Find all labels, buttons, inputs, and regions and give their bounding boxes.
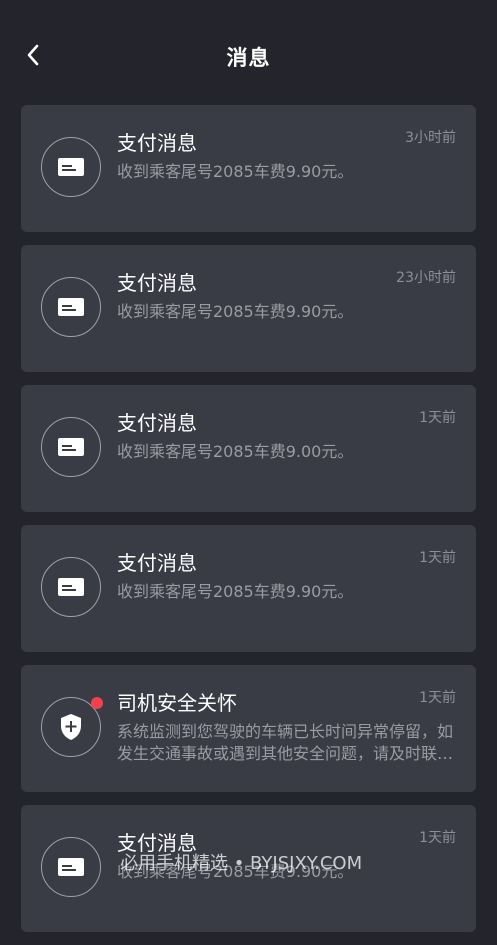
payment-card-icon <box>58 298 84 316</box>
message-card-safety[interactable]: 司机安全关怀 1天前 系统监测到您驾驶的车辆已长时间异常停留，如发生交通事故或遇… <box>21 665 476 792</box>
message-title: 支付消息 <box>117 131 197 155</box>
safety-icon-badge <box>41 697 103 757</box>
message-time: 1天前 <box>419 830 456 846</box>
message-body: 收到乘客尾号2085车费9.90元。 <box>117 162 354 181</box>
message-card[interactable]: 支付消息 1天前 收到乘客尾号2085车费9.90元。 <box>21 525 476 652</box>
message-title: 支付消息 <box>117 551 197 575</box>
message-card[interactable]: 支付消息 3小时前 收到乘客尾号2085车费9.90元。 <box>21 105 476 232</box>
message-time: 1天前 <box>419 410 456 426</box>
message-body: 收到乘客尾号2085车费9.00元。 <box>117 442 354 461</box>
payment-card-icon <box>58 158 84 176</box>
shield-plus-icon <box>61 714 81 740</box>
message-body: 收到乘客尾号2085车费9.90元。 <box>117 582 354 601</box>
message-body: 收到乘客尾号2085车费9.90元。 <box>117 302 354 321</box>
payment-icon-badge <box>41 277 101 337</box>
message-time: 23小时前 <box>396 270 456 286</box>
payment-icon-badge <box>41 557 101 617</box>
payment-icon-badge <box>41 137 101 197</box>
unread-dot <box>91 697 103 709</box>
message-time: 1天前 <box>419 550 456 566</box>
message-title: 支付消息 <box>117 411 197 435</box>
message-list: 支付消息 3小时前 收到乘客尾号2085车费9.90元。 支付消息 23小时前 … <box>21 105 476 945</box>
message-body: 系统监测到您驾驶的车辆已长时间异常停留，如发生交通事故或遇到其他安全问题，请及时… <box>117 722 454 763</box>
message-card[interactable]: 支付消息 23小时前 收到乘客尾号2085车费9.90元。 <box>21 245 476 372</box>
message-title: 支付消息 <box>117 271 197 295</box>
payment-card-icon <box>58 578 84 596</box>
payment-icon-badge <box>41 417 101 477</box>
message-time: 3小时前 <box>405 130 456 146</box>
page-title: 消息 <box>226 46 271 70</box>
payment-card-icon <box>58 858 84 876</box>
watermark: 必用手机精选 • BYJSJXY.COM <box>120 853 363 874</box>
payment-card-icon <box>58 438 84 456</box>
message-time: 1天前 <box>419 690 456 706</box>
message-card[interactable]: 支付消息 1天前 收到乘客尾号2085车费9.00元。 <box>21 385 476 512</box>
header-bar: 消息 <box>0 0 497 108</box>
payment-icon-badge <box>41 837 101 897</box>
message-title: 司机安全关怀 <box>117 691 237 715</box>
